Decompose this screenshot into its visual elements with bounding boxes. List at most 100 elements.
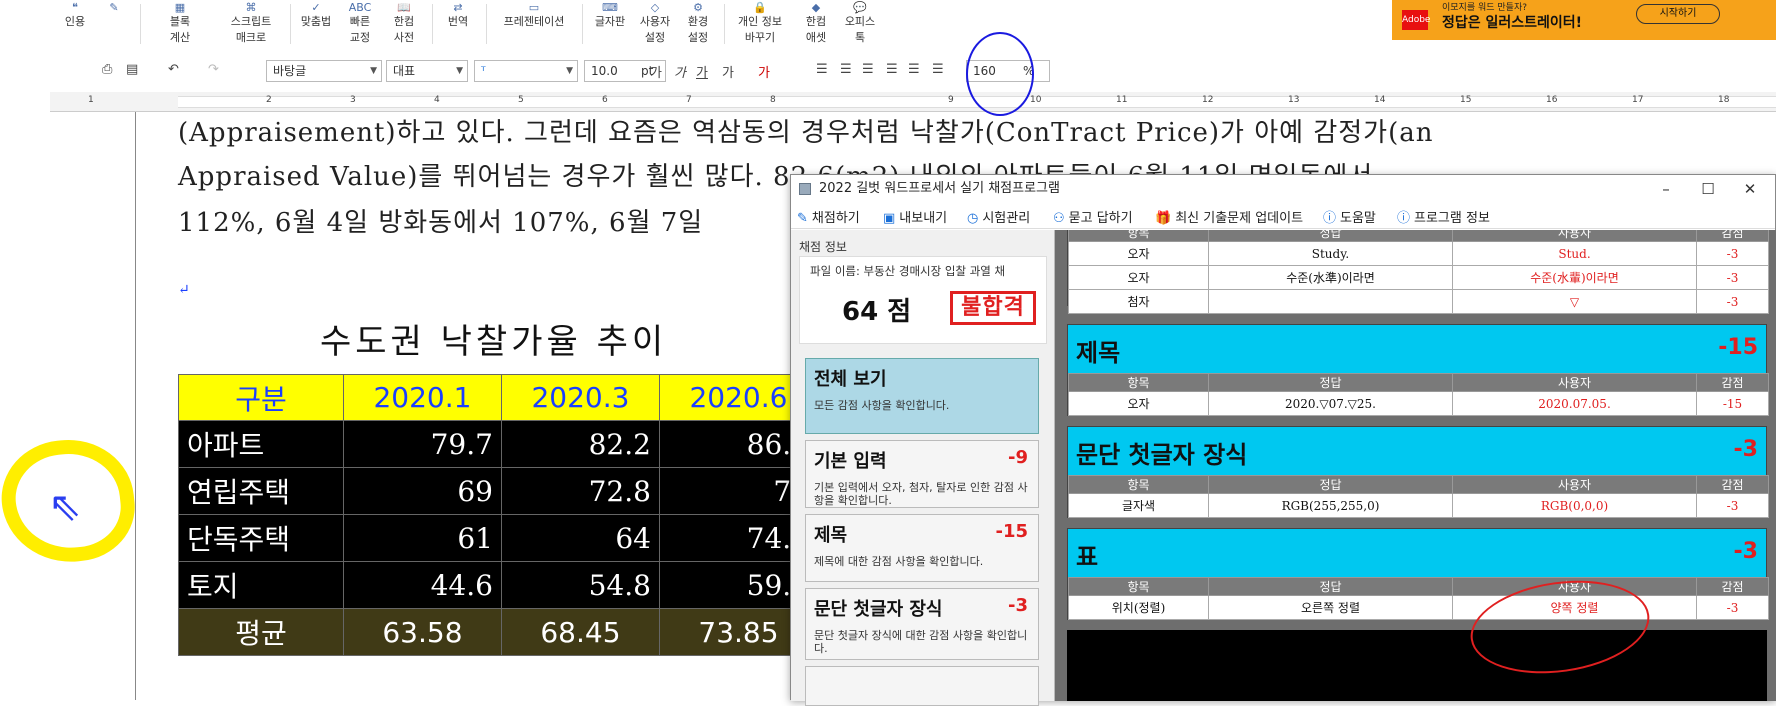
table-row: 연립주택 69 72.8 75	[178, 467, 819, 515]
font-type-icon: ᵀ	[481, 64, 486, 78]
menu-grade[interactable]: ✎ 채점하기	[797, 207, 860, 226]
font-color-icon[interactable]: 가	[758, 62, 770, 81]
align-right-icon[interactable]: ☰	[886, 62, 898, 77]
result-table: 항목 정답 사용자 감점 글자색 RGB(255,255,0) RGB(0,0,…	[1068, 475, 1769, 518]
section-score: -15	[1718, 335, 1758, 360]
italic-icon[interactable]: 가	[674, 62, 686, 81]
redo-icon[interactable]: ↷	[208, 62, 219, 77]
align-distribute-icon[interactable]: ☰	[908, 62, 920, 77]
menu-export[interactable]: ▣ 내보내기	[883, 207, 947, 226]
ad-start-button[interactable]: 시작하기	[1636, 4, 1720, 24]
table-row-average: 평균 63.58 68.45 73.85	[178, 608, 819, 656]
minimize-button[interactable]: –	[1645, 175, 1687, 203]
ribbon-quick-correct-button[interactable]: ABC 빠른 교정	[340, 0, 380, 48]
ribbon-privacy-button[interactable]: 🔒 개인 정보 바꾸기	[728, 0, 792, 48]
category-dropcap[interactable]: 문단 첫글자 장식 -3 문단 첫글자 장식에 대한 감점 사항을 확인합니다.	[805, 588, 1039, 660]
ribbon-presentation-button[interactable]: ▭ 프레젠테이션	[494, 0, 574, 48]
category-next[interactable]	[805, 666, 1039, 706]
ribbon-quote-button[interactable]: ❝ 인용	[55, 0, 95, 48]
category-title-section[interactable]: 제목 -15 제목에 대한 감점 사항을 확인합니다.	[805, 514, 1039, 582]
result-table: 항목 정답 사용자 감점 오자 2020.▽07.▽25. 2020.07.05…	[1068, 373, 1769, 416]
bold-icon[interactable]: 가	[650, 62, 662, 81]
column-header: 항목	[1068, 577, 1209, 596]
chevron-down-icon: ▼	[370, 66, 377, 76]
window-title: 2022 길벗 워드프로세서 실기 채점프로그램	[819, 181, 1060, 196]
column-header: 사용자	[1452, 373, 1697, 392]
ribbon-user-settings-button[interactable]: ◇ 사용자 설정	[634, 0, 676, 48]
grader-left-panel: 채점 정보 파일 이름: 부동산 경매시장 입찰 과열 채 64 점 불합격 전…	[791, 230, 1055, 706]
ribbon-script-button[interactable]: ⌘ 스크립트 매크로	[218, 0, 284, 48]
user-settings-icon: ◇	[650, 1, 660, 14]
section-title: 제목 -15 항목 정답 사용자 감점 오자 2020.▽07.▽25. 202…	[1067, 324, 1769, 416]
ribbon-translate-button[interactable]: ⇄ 번역	[438, 0, 478, 48]
strike-icon[interactable]: 가	[722, 62, 734, 81]
separator	[140, 4, 141, 44]
menu-update[interactable]: 🎁 최신 기출문제 업데이트	[1155, 207, 1303, 226]
cell-answer	[1208, 289, 1453, 314]
section-title-text: 제목	[1076, 339, 1121, 367]
underline-icon[interactable]: 가	[696, 62, 708, 81]
ribbon-office-talk-button[interactable]: 💬 오피스 톡	[838, 0, 882, 48]
section-dropcap: 문단 첫글자 장식 -3 항목 정답 사용자 감점 글자색 RGB(255,25…	[1067, 426, 1769, 518]
print-icon[interactable]: ⎙	[102, 62, 112, 77]
table-row: 글자색 RGB(255,255,0) RGB(0,0,0) -3	[1068, 493, 1769, 518]
ribbon-settings-button[interactable]: ⚙ 환경 설정	[678, 0, 718, 48]
ad-banner[interactable]: Adobe 이모지를 워드 만들자? 정답은 일러스트레이터! 시작하기	[1392, 0, 1776, 40]
cell-answer: 2020.▽07.▽25.	[1208, 391, 1453, 416]
table-cell: 단독주택	[178, 514, 344, 562]
fail-stamp: 불합격	[950, 291, 1036, 325]
category-all[interactable]: 전체 보기 모든 감점 사항을 확인합니다.	[805, 358, 1039, 434]
font-select[interactable]: ᵀ ▼	[474, 60, 578, 82]
table-row: 아파트 79.7 82.2 86.9	[178, 420, 819, 468]
column-header: 감점	[1696, 373, 1769, 392]
ribbon-block-calc-button[interactable]: ▦ 블록 계산	[150, 0, 210, 48]
preview-icon[interactable]: ▤	[126, 62, 138, 77]
cell-answer: Study.	[1208, 241, 1453, 266]
app-icon	[799, 183, 811, 195]
file-name: 파일 이름: 부동산 경매시장 입찰 과열 채	[810, 264, 1006, 278]
chevron-down-icon: ▼	[566, 66, 573, 76]
page-margin-line	[135, 112, 136, 700]
menu-program-info[interactable]: ⓘ 프로그램 정보	[1397, 207, 1490, 226]
align-divide-icon[interactable]: ☰	[932, 62, 944, 77]
table-cell: 평균	[178, 608, 344, 656]
data-table[interactable]: 구분 2020.1 2020.3 2020.6 아파트 79.7 82.2 86…	[178, 374, 819, 656]
undo-icon[interactable]: ↶	[168, 62, 179, 77]
menu-qa[interactable]: ⚇ 묻고 답하기	[1053, 207, 1133, 226]
separator	[486, 4, 487, 44]
section-header: 제목 -15	[1068, 325, 1766, 373]
column-header: 항목	[1068, 475, 1209, 494]
cell-user: 수준(水輩)이라면	[1452, 265, 1697, 290]
align-left-icon[interactable]: ☰	[840, 62, 852, 77]
grader-right-panel[interactable]: 항목 정답 사용자 감점 오자 Study. Stud. -3 오자 수준(水準…	[1055, 230, 1776, 701]
ribbon-keyboard-button[interactable]: ⌨ 글자판	[588, 0, 632, 48]
mouse-cursor-icon: ⇖	[48, 484, 82, 530]
align-center-icon[interactable]: ☰	[862, 62, 874, 77]
table-row: 위치(정렬) 오른쪽 정렬 양쪽 정렬 -3	[1068, 595, 1769, 620]
window-titlebar[interactable]: 2022 길벗 워드프로세서 실기 채점프로그램 – ☐ ✕	[791, 175, 1775, 203]
table-cell: 79.7	[342, 420, 502, 468]
table-row: 단독주택 61 64 74.3	[178, 514, 819, 562]
ruler-number: 5	[518, 95, 524, 105]
menu-help[interactable]: ⓘ 도움말	[1323, 207, 1376, 226]
cell-penalty: -15	[1696, 391, 1769, 416]
column-header: 사용자	[1452, 230, 1697, 242]
category-basic-input[interactable]: 기본 입력 -9 기본 입력에서 오자, 첨자, 탈자로 인한 감점 사항을 확…	[805, 440, 1039, 508]
table-header-cell: 구분	[178, 374, 344, 421]
ribbon-edit-button[interactable]: ✎	[96, 0, 132, 48]
close-button[interactable]: ✕	[1729, 175, 1771, 203]
column-header: 사용자	[1452, 475, 1697, 494]
maximize-button[interactable]: ☐	[1687, 175, 1729, 203]
ruler-number: 7	[686, 95, 692, 105]
style-select[interactable]: 바탕글 ▼	[266, 60, 382, 82]
align-justify-icon[interactable]: ☰	[816, 62, 828, 77]
ruler[interactable]: 1 2 3 4 5 6 7 8 9 10 11 12 13 14 15 16 1…	[50, 92, 1776, 112]
ribbon-dictionary-button[interactable]: 📖 한컴 사전	[384, 0, 424, 48]
ribbon-asset-button[interactable]: ◆ 한컴 애셋	[796, 0, 836, 48]
paragraph-mark: ↵	[178, 282, 191, 298]
type-select[interactable]: 대표 ▼	[386, 60, 468, 82]
grader-menubar: ✎ 채점하기 ▣ 내보내기 ◷ 시험관리 ⚇ 묻고 답하기 🎁 최신 기출문제 업데이트 …	[791, 203, 1775, 229]
asset-icon: ◆	[811, 1, 821, 14]
ribbon-spellcheck-button[interactable]: ✓ 맞춤법	[296, 0, 336, 48]
menu-exam-manage[interactable]: ◷ 시험관리	[967, 207, 1030, 226]
